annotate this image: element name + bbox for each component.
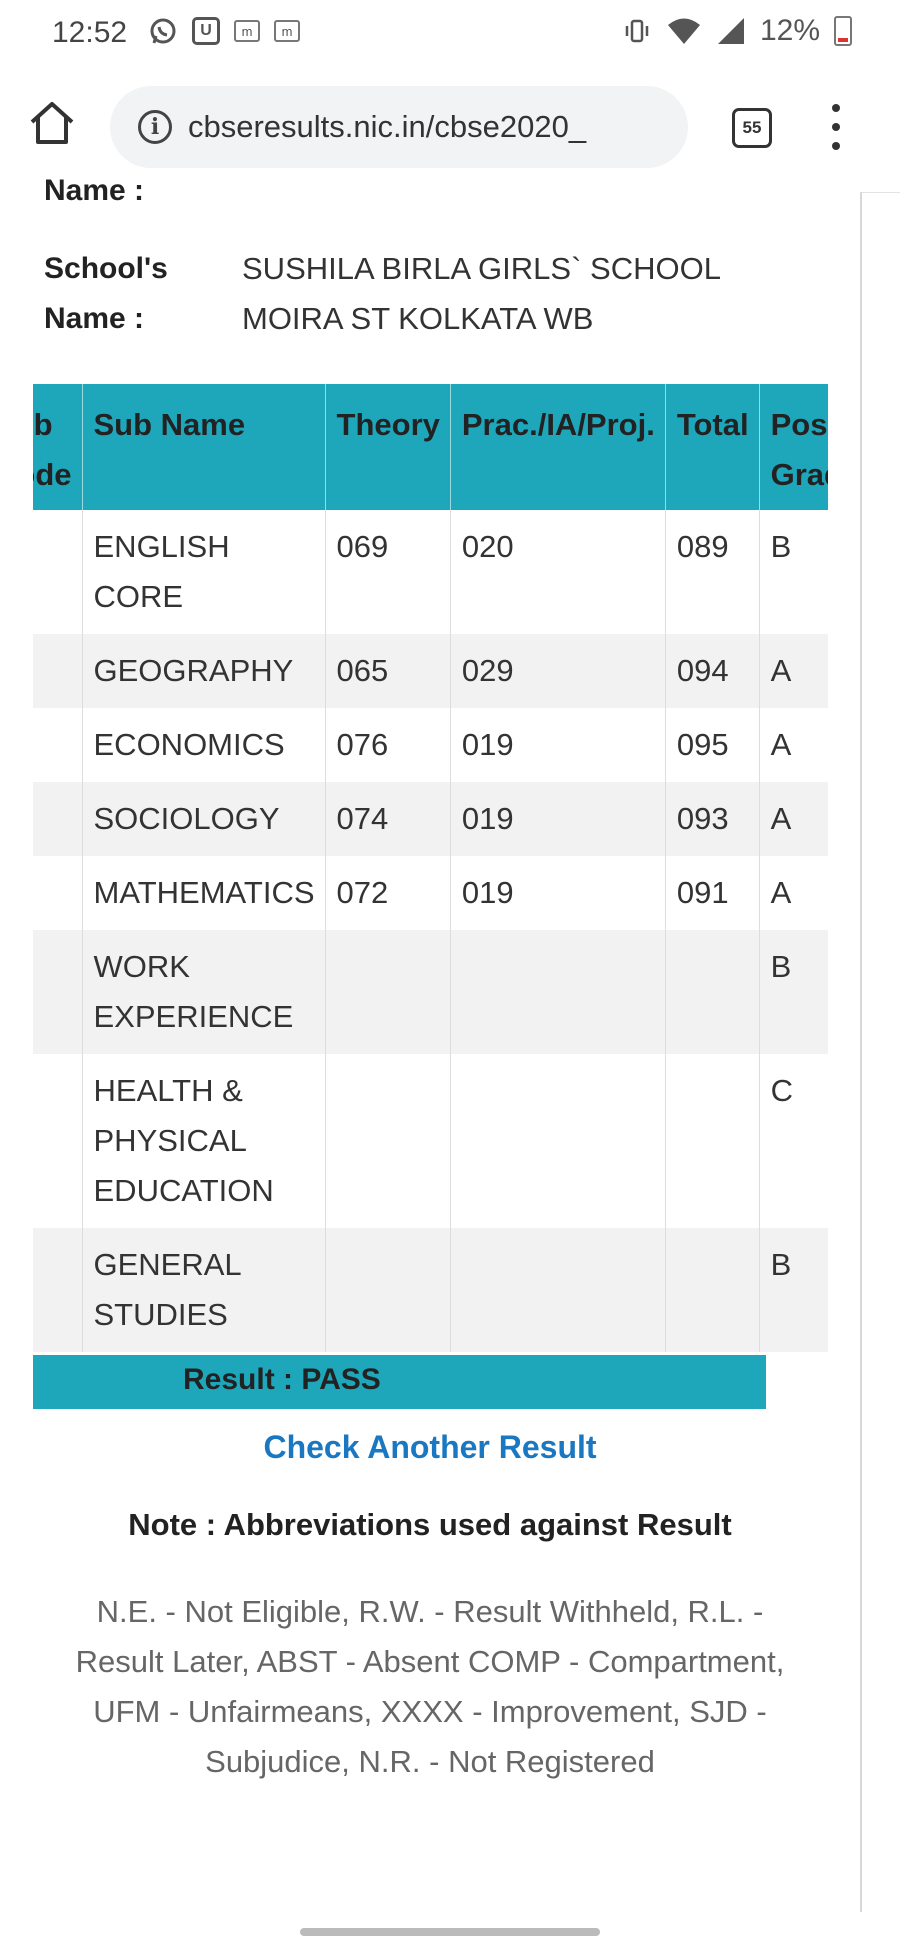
cell-code: 0 xyxy=(33,930,83,1054)
cell-theory xyxy=(325,1054,451,1228)
cell-grade: B xyxy=(759,510,828,634)
cell-theory xyxy=(325,930,451,1054)
school-name-value: SUSHILA BIRLA GIRLS` SCHOOL MOIRA ST KOL… xyxy=(242,251,721,336)
table-row: 0 ECONOMICS 076 019 095 A xyxy=(33,708,828,782)
cell-grade: C xyxy=(759,1054,828,1228)
signal-icon xyxy=(717,18,744,44)
cell-total xyxy=(665,1054,760,1228)
cell-subject: GENERAL STUDIES xyxy=(82,1228,326,1352)
overflow-menu-icon[interactable] xyxy=(826,104,846,150)
name-label: Name : xyxy=(44,174,145,207)
marks-table-container[interactable]: Sub Code Sub Name Theory Prac./IA/Proj. … xyxy=(33,384,828,1352)
battery-icon xyxy=(834,16,852,46)
cell-prac xyxy=(450,1054,666,1228)
home-button[interactable] xyxy=(26,98,78,150)
status-time: 12:52 xyxy=(52,16,128,49)
cell-prac: 020 xyxy=(450,510,666,634)
cell-total: 095 xyxy=(665,708,760,782)
header-theory: Theory xyxy=(325,384,451,510)
cell-code: 8 xyxy=(33,1228,83,1352)
home-icon xyxy=(30,102,74,144)
cell-code: 9 xyxy=(33,782,83,856)
cell-code xyxy=(33,856,83,930)
cell-total xyxy=(665,1228,760,1352)
cell-code: 2 xyxy=(33,1054,83,1228)
cell-grade: A xyxy=(759,856,828,930)
header-grade: Positional Grade xyxy=(759,384,828,510)
cell-code: 0 xyxy=(33,708,83,782)
table-row: 2 HEALTH & PHYSICAL EDUCATION C xyxy=(33,1054,828,1228)
status-right: 12% xyxy=(622,14,852,48)
notification-icons: U m m xyxy=(148,16,300,46)
note-body: N.E. - Not Eligible, R.W. - Result Withh… xyxy=(75,1594,785,1779)
cell-subject: GEOGRAPHY xyxy=(82,634,326,708)
cell-grade: A xyxy=(759,782,828,856)
cell-grade: A xyxy=(759,634,828,708)
cell-subject: ECONOMICS xyxy=(82,708,326,782)
cell-prac: 029 xyxy=(450,634,666,708)
cell-total: 091 xyxy=(665,856,760,930)
cell-prac xyxy=(450,930,666,1054)
table-row: 0 WORK EXPERIENCE B xyxy=(33,930,828,1054)
address-bar[interactable]: i cbseresults.nic.in/cbse2020_ xyxy=(110,86,688,168)
cell-prac: 019 xyxy=(450,782,666,856)
wifi-icon xyxy=(667,18,700,44)
u-icon: U xyxy=(192,17,220,45)
cell-theory: 069 xyxy=(325,510,451,634)
m-icon: m xyxy=(234,20,260,42)
cell-prac xyxy=(450,1228,666,1352)
result-banner: Result : PASS xyxy=(33,1355,766,1409)
header-total: Total xyxy=(665,384,760,510)
school-label: School's Name : xyxy=(44,252,168,335)
cell-code xyxy=(33,510,83,634)
status-bar: 12:52 U m m 12% xyxy=(0,0,900,70)
cell-grade: A xyxy=(759,708,828,782)
cell-subject: MATHEMATICS xyxy=(82,856,326,930)
header-prac: Prac./IA/Proj. xyxy=(450,384,666,510)
cell-subject: ENGLISH CORE xyxy=(82,510,326,634)
header-sub-code: Sub Code xyxy=(33,384,83,510)
whatsapp-icon xyxy=(148,16,178,46)
cell-total: 093 xyxy=(665,782,760,856)
result-page: Name : School's Name : SUSHILA BIRLA GIR… xyxy=(0,174,862,1912)
vibrate-icon xyxy=(625,19,649,43)
table-row: 9 SOCIOLOGY 074 019 093 A xyxy=(33,782,828,856)
note-title: Note : Abbreviations used against Result xyxy=(128,1507,732,1542)
cell-subject: SOCIOLOGY xyxy=(82,782,326,856)
table-row: MATHEMATICS 072 019 091 A xyxy=(33,856,828,930)
info-icon[interactable]: i xyxy=(138,110,172,144)
cell-prac: 019 xyxy=(450,708,666,782)
marks-table: Sub Code Sub Name Theory Prac./IA/Proj. … xyxy=(33,384,828,1352)
check-another-result-link[interactable]: Check Another Result xyxy=(0,1429,860,1466)
cell-theory: 065 xyxy=(325,634,451,708)
cell-code: 9 xyxy=(33,634,83,708)
cell-total: 094 xyxy=(665,634,760,708)
cell-theory: 076 xyxy=(325,708,451,782)
cell-subject: WORK EXPERIENCE xyxy=(82,930,326,1054)
cell-theory: 072 xyxy=(325,856,451,930)
cell-subject: HEALTH & PHYSICAL EDUCATION xyxy=(82,1054,326,1228)
table-header-row: Sub Code Sub Name Theory Prac./IA/Proj. … xyxy=(33,384,828,510)
tab-switcher-button[interactable]: 55 xyxy=(732,108,772,148)
cell-prac: 019 xyxy=(450,856,666,930)
header-sub-name: Sub Name xyxy=(82,384,326,510)
table-row: ENGLISH CORE 069 020 089 B xyxy=(33,510,828,634)
m-icon: m xyxy=(274,20,300,42)
gesture-navigation-bar[interactable] xyxy=(300,1928,600,1936)
url-text[interactable]: cbseresults.nic.in/cbse2020_ xyxy=(188,109,586,145)
table-row: 8 GENERAL STUDIES B xyxy=(33,1228,828,1352)
cell-total xyxy=(665,930,760,1054)
result-text: Result : PASS xyxy=(183,1363,381,1396)
cell-theory: 074 xyxy=(325,782,451,856)
cell-grade: B xyxy=(759,1228,828,1352)
battery-percent: 12% xyxy=(759,14,820,47)
cell-grade: B xyxy=(759,930,828,1054)
table-row: 9 GEOGRAPHY 065 029 094 A xyxy=(33,634,828,708)
cell-theory xyxy=(325,1228,451,1352)
cell-total: 089 xyxy=(665,510,760,634)
